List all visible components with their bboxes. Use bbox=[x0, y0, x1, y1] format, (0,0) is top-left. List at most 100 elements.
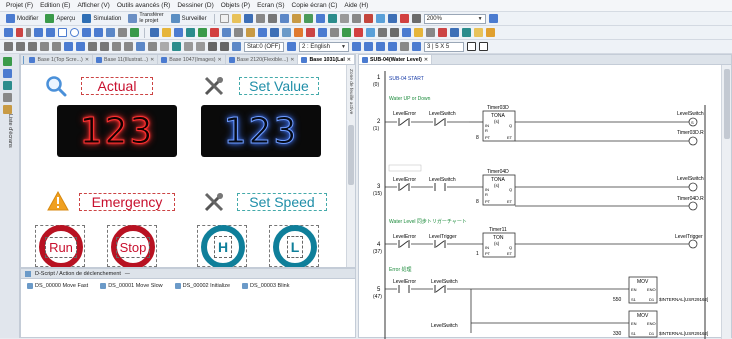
state-icon[interactable] bbox=[232, 42, 241, 51]
menu-aide[interactable]: Aide (H) bbox=[344, 2, 368, 9]
rect-icon[interactable] bbox=[58, 28, 67, 37]
transferer-button[interactable]: Transférer le projet bbox=[126, 12, 165, 24]
stop-button[interactable]: Stop bbox=[111, 225, 155, 267]
tabs-menu-icon[interactable] bbox=[23, 55, 25, 64]
coil[interactable] bbox=[688, 201, 698, 211]
menu-objets[interactable]: Objets (P) bbox=[221, 2, 250, 9]
actual-value-display[interactable]: 123 bbox=[57, 105, 177, 157]
window-icon[interactable] bbox=[222, 28, 231, 37]
view1-icon[interactable] bbox=[352, 42, 361, 51]
word-switch-icon[interactable] bbox=[174, 28, 183, 37]
paste-icon[interactable] bbox=[291, 14, 301, 23]
grid-size-select[interactable]: 3 | 5 X 5 bbox=[424, 41, 464, 52]
new-icon[interactable] bbox=[219, 14, 229, 23]
dscript-item[interactable]: DS_00002 Initialize bbox=[174, 283, 230, 289]
camera-icon[interactable] bbox=[342, 28, 351, 37]
snap-icon[interactable] bbox=[136, 42, 145, 51]
grid-show-icon[interactable] bbox=[479, 42, 488, 51]
pencil-icon[interactable] bbox=[486, 28, 495, 37]
pin-icon[interactable]: — bbox=[125, 271, 130, 277]
menu-projet[interactable]: Projet (F) bbox=[6, 2, 33, 9]
apercu-button[interactable]: Aperçu bbox=[43, 13, 77, 24]
line-icon[interactable] bbox=[34, 28, 43, 37]
library-dock-icon[interactable] bbox=[3, 81, 12, 90]
view2-icon[interactable] bbox=[364, 42, 373, 51]
redo-icon[interactable] bbox=[220, 42, 229, 51]
view4-icon[interactable] bbox=[388, 42, 397, 51]
sampling-icon[interactable] bbox=[282, 28, 291, 37]
image-icon[interactable] bbox=[327, 14, 337, 23]
movie-icon[interactable] bbox=[318, 28, 327, 37]
menu-outils[interactable]: Outils avancés (R) bbox=[117, 2, 170, 9]
dscript-item[interactable]: DS_00000 Move Fast bbox=[27, 283, 88, 289]
lamp-icon[interactable] bbox=[162, 28, 171, 37]
file-icon[interactable] bbox=[414, 28, 423, 37]
tab-base-1031[interactable]: Base 1031(Lal ✕ bbox=[298, 55, 355, 64]
numeric-icon[interactable] bbox=[186, 28, 195, 37]
polygon-icon[interactable] bbox=[82, 28, 91, 37]
back-icon[interactable] bbox=[76, 42, 85, 51]
image-draw-icon[interactable] bbox=[130, 28, 139, 37]
data-icon[interactable] bbox=[258, 28, 267, 37]
font-icon[interactable] bbox=[450, 28, 459, 37]
align-right-icon[interactable] bbox=[28, 42, 37, 51]
ladder-diagram[interactable]: 1 (0) SUB-04 START Water UP or Down 2 (1… bbox=[359, 65, 723, 339]
tool-icon[interactable] bbox=[378, 28, 387, 37]
menu-dessiner[interactable]: Dessiner (D) bbox=[177, 2, 213, 9]
dscript-item[interactable]: DS_00001 Move Slow bbox=[100, 283, 163, 289]
grid-toggle-icon[interactable] bbox=[467, 42, 476, 51]
comment-box[interactable] bbox=[388, 164, 422, 172]
browser-icon[interactable] bbox=[366, 28, 375, 37]
logging-icon[interactable] bbox=[294, 28, 303, 37]
language-select[interactable]: 2 : English ▼ bbox=[299, 41, 349, 52]
flip-icon[interactable] bbox=[100, 42, 109, 51]
find-icon[interactable] bbox=[339, 14, 349, 23]
view3-icon[interactable] bbox=[376, 42, 385, 51]
coil[interactable] bbox=[688, 182, 698, 192]
close-icon[interactable]: ✕ bbox=[85, 57, 89, 63]
distribute-icon[interactable] bbox=[124, 42, 133, 51]
undo-icon[interactable] bbox=[208, 42, 217, 51]
group-icon[interactable] bbox=[40, 42, 49, 51]
scrollbar-thumb[interactable] bbox=[348, 125, 354, 185]
screen-canvas[interactable]: Actual Set Value 123 123 Emergency Set S… bbox=[21, 65, 347, 267]
view6-icon[interactable] bbox=[412, 42, 421, 51]
language-icon[interactable] bbox=[287, 42, 296, 51]
keypad-icon[interactable] bbox=[234, 28, 243, 37]
next-icon[interactable] bbox=[196, 42, 205, 51]
menu-afficher[interactable]: Afficher (V) bbox=[77, 2, 109, 9]
ladder-vertical-scrollbar[interactable] bbox=[721, 65, 731, 339]
screen-list-icon[interactable] bbox=[3, 69, 12, 78]
lock-icon[interactable] bbox=[148, 42, 157, 51]
arc-icon[interactable] bbox=[94, 28, 103, 37]
properties-icon[interactable] bbox=[3, 93, 12, 102]
close-icon[interactable]: ✕ bbox=[218, 57, 222, 63]
run-button[interactable]: Run bbox=[39, 225, 83, 267]
copy-icon[interactable] bbox=[279, 14, 289, 23]
scrollbar-thumb[interactable] bbox=[724, 69, 730, 139]
dscript-item[interactable]: DS_00003 Blink bbox=[242, 283, 289, 289]
state-select[interactable]: Stat:0 (OFF) bbox=[244, 41, 284, 52]
color-icon[interactable] bbox=[438, 28, 447, 37]
zoom-select[interactable]: 200% ▼ bbox=[423, 13, 486, 24]
table-draw-icon[interactable] bbox=[106, 28, 115, 37]
replace-icon[interactable] bbox=[351, 14, 361, 23]
surveiller-button[interactable]: Surveiller bbox=[169, 13, 209, 24]
help-icon[interactable] bbox=[411, 14, 421, 23]
front-icon[interactable] bbox=[64, 42, 73, 51]
recipe-icon[interactable] bbox=[246, 28, 255, 37]
compile-icon[interactable] bbox=[375, 14, 385, 23]
polyline-icon[interactable] bbox=[46, 28, 55, 37]
menu-edition[interactable]: Edition (E) bbox=[40, 2, 70, 9]
graph-icon[interactable] bbox=[198, 28, 207, 37]
align-left-icon[interactable] bbox=[4, 42, 13, 51]
script-icon[interactable] bbox=[270, 28, 279, 37]
download-icon[interactable] bbox=[387, 14, 397, 23]
switch-icon[interactable] bbox=[150, 28, 159, 37]
table-icon[interactable] bbox=[315, 14, 325, 23]
close-icon[interactable]: ✕ bbox=[424, 57, 428, 63]
address-icon[interactable] bbox=[3, 105, 12, 114]
tab-base-11[interactable]: Base 11(Illustrat...) ✕ bbox=[93, 55, 159, 64]
library-icon[interactable] bbox=[303, 14, 313, 23]
text-icon[interactable] bbox=[16, 28, 23, 37]
